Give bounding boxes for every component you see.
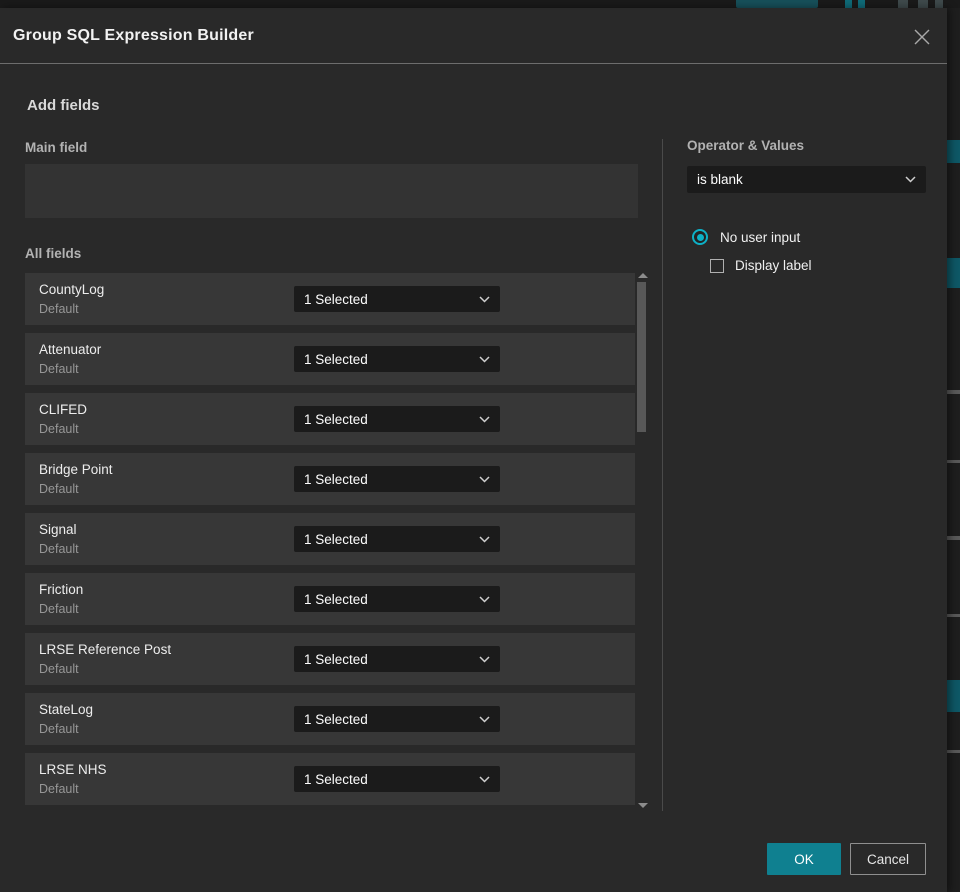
field-subtitle: Default (39, 722, 79, 736)
field-subtitle: Default (39, 782, 79, 796)
group-sql-expression-builder-dialog: Group SQL Expression Builder Add fields … (0, 8, 947, 892)
field-row: StateLog Default 1 Selected (25, 693, 635, 745)
field-row: Signal Default 1 Selected (25, 513, 635, 565)
field-subtitle: Default (39, 302, 79, 316)
field-row: Attenuator Default 1 Selected (25, 333, 635, 385)
field-name: Signal (39, 522, 77, 537)
selected-count-label: 1 Selected (304, 711, 368, 727)
display-label-text: Display label (735, 258, 812, 273)
main-field-container: CountyLog | Default To Date (25, 164, 638, 362)
operator-values-label: Operator & Values (687, 138, 805, 153)
operator-value: is blank (697, 172, 743, 187)
selected-count-label: 1 Selected (304, 591, 368, 607)
backdrop-fragment (947, 460, 960, 463)
backdrop-fragment (947, 614, 960, 617)
live-view-label: Live view (757, 0, 802, 2)
field-subtitle: Default (39, 362, 79, 376)
live-view-button[interactable]: Live view (736, 0, 818, 8)
radio-selected-icon (692, 229, 708, 245)
field-row: CLIFED Default 1 Selected (25, 393, 635, 445)
chevron-down-icon (479, 475, 490, 483)
close-icon[interactable] (911, 26, 933, 48)
backdrop-fragment (935, 0, 943, 8)
chevron-down-icon (479, 355, 490, 363)
field-subtitle: Default (39, 602, 79, 616)
chevron-down-icon (479, 655, 490, 663)
field-selected-dropdown[interactable]: 1 Selected (294, 706, 500, 732)
title-divider (0, 63, 947, 64)
backdrop-right-sliver (947, 8, 960, 892)
field-subtitle: Default (39, 662, 79, 676)
ok-button[interactable]: OK (767, 843, 841, 875)
backdrop-fragment (947, 680, 960, 712)
field-selected-dropdown[interactable]: 1 Selected (294, 466, 500, 492)
field-subtitle: Default (39, 542, 79, 556)
backdrop-fragment (947, 536, 960, 540)
field-name: StateLog (39, 702, 94, 717)
field-row: Bridge Point Default 1 Selected (25, 453, 635, 505)
field-name: CLIFED (39, 402, 88, 417)
backdrop-fragment (947, 140, 960, 163)
field-name: Friction (39, 582, 84, 597)
all-fields-label: All fields (25, 246, 82, 261)
backdrop-fragment (918, 0, 928, 8)
display-label-checkbox[interactable]: Display label (710, 258, 812, 273)
chevron-down-icon (479, 295, 490, 303)
field-selected-dropdown[interactable]: 1 Selected (294, 526, 500, 552)
scrollbar-up-arrow-icon[interactable] (638, 273, 648, 278)
chevron-down-icon (479, 775, 490, 783)
cancel-button[interactable]: Cancel (850, 843, 926, 875)
selected-count-label: 1 Selected (304, 471, 368, 487)
field-name: Bridge Point (39, 462, 113, 477)
field-selected-dropdown[interactable]: 1 Selected (294, 586, 500, 612)
field-name: Attenuator (39, 342, 102, 357)
field-name: CountyLog (39, 282, 105, 297)
backdrop-top-strip: Live view (0, 0, 960, 8)
all-fields-list: CountyLog Default 1 Selected Attenuator … (25, 273, 635, 813)
field-row: Friction Default 1 Selected (25, 573, 635, 625)
main-field-label: Main field (25, 140, 88, 155)
selected-count-label: 1 Selected (304, 651, 368, 667)
no-user-input-label: No user input (720, 229, 801, 245)
backdrop-fragment (858, 0, 865, 8)
field-selected-dropdown[interactable]: 1 Selected (294, 766, 500, 792)
selected-count-label: 1 Selected (304, 351, 368, 367)
selected-count-label: 1 Selected (304, 291, 368, 307)
field-subtitle: Default (39, 422, 79, 436)
field-selected-dropdown[interactable]: 1 Selected (294, 406, 500, 432)
backdrop-fragment (947, 390, 960, 394)
chevron-down-icon (479, 415, 490, 423)
scrollbar-thumb[interactable] (637, 282, 646, 432)
field-selected-dropdown[interactable]: 1 Selected (294, 346, 500, 372)
scrollbar-down-arrow-icon[interactable] (638, 803, 648, 808)
chevron-down-icon (479, 595, 490, 603)
field-row: CountyLog Default 1 Selected (25, 273, 635, 325)
selected-count-label: 1 Selected (304, 531, 368, 547)
operator-dropdown[interactable]: is blank (687, 166, 926, 193)
selected-count-label: 1 Selected (304, 771, 368, 787)
chevron-down-icon (479, 535, 490, 543)
backdrop-fragment (947, 258, 960, 288)
chevron-down-icon (479, 715, 490, 723)
backdrop-fragment (898, 0, 908, 8)
field-row: LRSE Reference Post Default 1 Selected (25, 633, 635, 685)
field-name: LRSE Reference Post (39, 642, 172, 657)
panel-divider (662, 139, 663, 811)
field-selected-dropdown[interactable]: 1 Selected (294, 646, 500, 672)
dialog-title: Group SQL Expression Builder (13, 27, 254, 44)
selected-count-label: 1 Selected (304, 411, 368, 427)
field-selected-dropdown[interactable]: 1 Selected (294, 286, 500, 312)
field-row: LRSE NHS Default 1 Selected (25, 753, 635, 805)
field-name: LRSE NHS (39, 762, 107, 777)
field-subtitle: Default (39, 482, 79, 496)
backdrop-fragment (845, 0, 852, 8)
chevron-down-icon (905, 176, 916, 183)
backdrop-fragment (947, 750, 960, 753)
add-fields-heading: Add fields (27, 97, 100, 114)
checkbox-unchecked-icon (710, 258, 724, 273)
no-user-input-radio[interactable]: No user input (692, 229, 800, 245)
